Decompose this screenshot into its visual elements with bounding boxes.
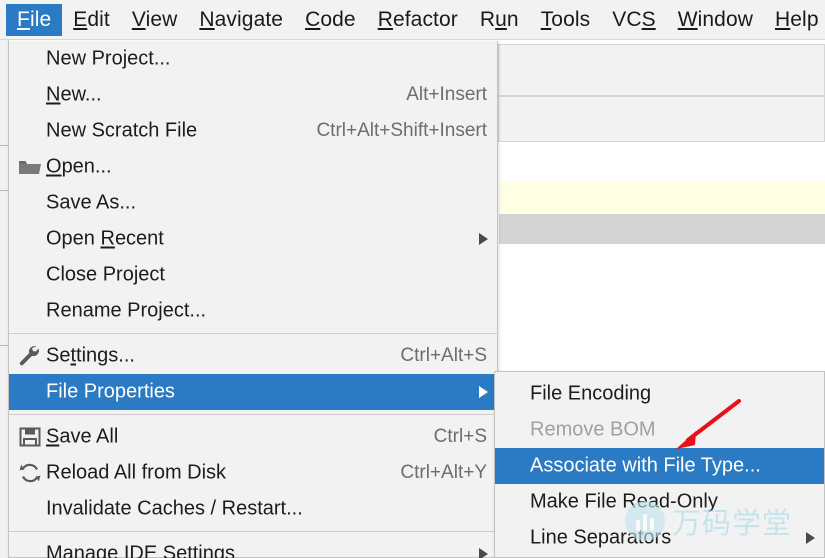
floppy-icon <box>19 427 41 447</box>
file-properties-submenu: File Encoding Remove BOM Associate with Fi… <box>494 371 825 558</box>
menu-item-manage-ide-settings[interactable]: Manage IDE Settings <box>9 536 497 558</box>
refresh-icon <box>17 460 43 486</box>
menu-item-remove-bom: Remove BOM <box>495 412 824 448</box>
menubar-item-view[interactable]: View <box>121 4 189 36</box>
ide-toolbar-panel <box>498 44 825 96</box>
menu-item-label: New Project... <box>46 47 171 70</box>
menu-item-label: Open Recent <box>46 227 164 250</box>
menu-item-save-as[interactable]: Save As... <box>9 185 497 221</box>
submenu-chevron-right-icon <box>479 233 488 245</box>
menu-item-new-project[interactable]: New Project... <box>9 41 497 77</box>
menu-item-settings[interactable]: Settings... Ctrl+Alt+S <box>9 338 497 374</box>
ide-editor-selected-row <box>499 214 825 244</box>
menu-item-shortcut: Ctrl+S <box>433 426 487 447</box>
menubar-item-code[interactable]: Code <box>294 4 367 36</box>
refresh-icon <box>19 463 41 483</box>
menu-separator <box>9 333 497 334</box>
ide-editor-body <box>499 244 825 372</box>
menu-item-rename-project[interactable]: Rename Project... <box>9 293 497 329</box>
menubar-item-navigate[interactable]: Navigate <box>188 4 294 36</box>
menu-item-label: Associate with File Type... <box>530 454 761 477</box>
menu-item-label: Make File Read-Only <box>530 490 718 513</box>
menu-item-label: Save As... <box>46 191 137 214</box>
menu-item-label: Remove BOM <box>530 418 656 441</box>
ide-left-strip-divider <box>0 345 8 346</box>
menu-item-label: Settings... <box>46 344 135 367</box>
menu-item-label: Line Separators <box>530 526 672 549</box>
ide-editor-row <box>499 142 825 182</box>
menu-item-associate-with-file-type[interactable]: Associate with File Type... <box>495 448 824 484</box>
menubar-item-refactor[interactable]: Refactor <box>367 4 469 36</box>
menu-item-shortcut: Ctrl+Alt+Shift+Insert <box>316 120 487 141</box>
menu-separator <box>9 531 497 532</box>
ide-editor-highlighted-row <box>499 182 825 214</box>
menu-item-make-file-read-only[interactable]: Make File Read-Only <box>495 484 824 520</box>
menu-item-label: Reload All from Disk <box>46 461 227 484</box>
submenu-chevron-right-icon <box>479 386 488 398</box>
menu-item-label: Save All <box>46 425 119 448</box>
menubar-item-edit[interactable]: Edit <box>62 4 121 36</box>
menu-item-label: Rename Project... <box>46 299 207 322</box>
menubar-item-help[interactable]: Help <box>764 4 825 36</box>
menu-item-new-scratch-file[interactable]: New Scratch File Ctrl+Alt+Shift+Insert <box>9 113 497 149</box>
menubar-item-file[interactable]: File <box>6 3 63 36</box>
menu-item-shortcut: Ctrl+Alt+Y <box>400 462 487 483</box>
ide-left-strip-divider <box>0 145 8 146</box>
wrench-icon <box>17 343 43 369</box>
ide-screen: File Edit View Navigate Code Refactor Run Tools… <box>0 0 825 558</box>
menu-item-reload-all-from-disk[interactable]: Reload All from Disk Ctrl+Alt+Y <box>9 455 497 491</box>
menubar-item-window[interactable]: Window <box>667 4 764 36</box>
menu-item-shortcut: Alt+Insert <box>406 84 487 105</box>
menu-item-save-all[interactable]: Save All Ctrl+S <box>9 419 497 455</box>
menu-item-line-separators[interactable]: Line Separators <box>495 520 824 556</box>
menu-item-label: Close Project <box>46 263 165 286</box>
submenu-chevron-right-icon <box>479 548 488 558</box>
ide-breadcrumb-panel <box>498 96 825 142</box>
file-menu-dropdown: New Project... New... Alt+Insert New Scratc… <box>8 41 498 558</box>
folder-icon <box>19 161 41 174</box>
menu-item-label: Open... <box>46 155 112 178</box>
menu-item-file-properties[interactable]: File Properties <box>9 374 497 410</box>
floppy-icon <box>17 424 43 450</box>
folder-icon <box>17 154 43 180</box>
menubar-item-run[interactable]: Run <box>469 4 530 36</box>
menu-item-open-recent[interactable]: Open Recent <box>9 221 497 257</box>
menu-item-label: New... <box>46 83 102 106</box>
menubar-item-tools[interactable]: Tools <box>530 4 602 36</box>
ide-left-strip-divider <box>0 190 8 191</box>
menu-separator <box>9 414 497 415</box>
submenu-chevron-right-icon <box>806 532 815 544</box>
menu-item-file-encoding[interactable]: File Encoding <box>495 376 824 412</box>
menu-item-open[interactable]: Open... <box>9 149 497 185</box>
wrench-icon <box>19 346 39 366</box>
menu-item-label: New Scratch File <box>46 119 198 142</box>
menu-bar: File Edit View Navigate Code Refactor Run Tools… <box>0 0 825 40</box>
menu-item-label: Invalidate Caches / Restart... <box>46 497 303 520</box>
menu-item-label: File Properties <box>46 380 175 403</box>
menu-item-invalidate-caches-restart[interactable]: Invalidate Caches / Restart... <box>9 491 497 527</box>
menu-item-label: Manage IDE Settings <box>46 542 235 558</box>
menubar-item-vcs[interactable]: VCS <box>601 4 666 36</box>
menu-item-new[interactable]: New... Alt+Insert <box>9 77 497 113</box>
menu-item-close-project[interactable]: Close Project <box>9 257 497 293</box>
menu-item-label: File Encoding <box>530 382 652 405</box>
menu-item-shortcut: Ctrl+Alt+S <box>400 345 487 366</box>
